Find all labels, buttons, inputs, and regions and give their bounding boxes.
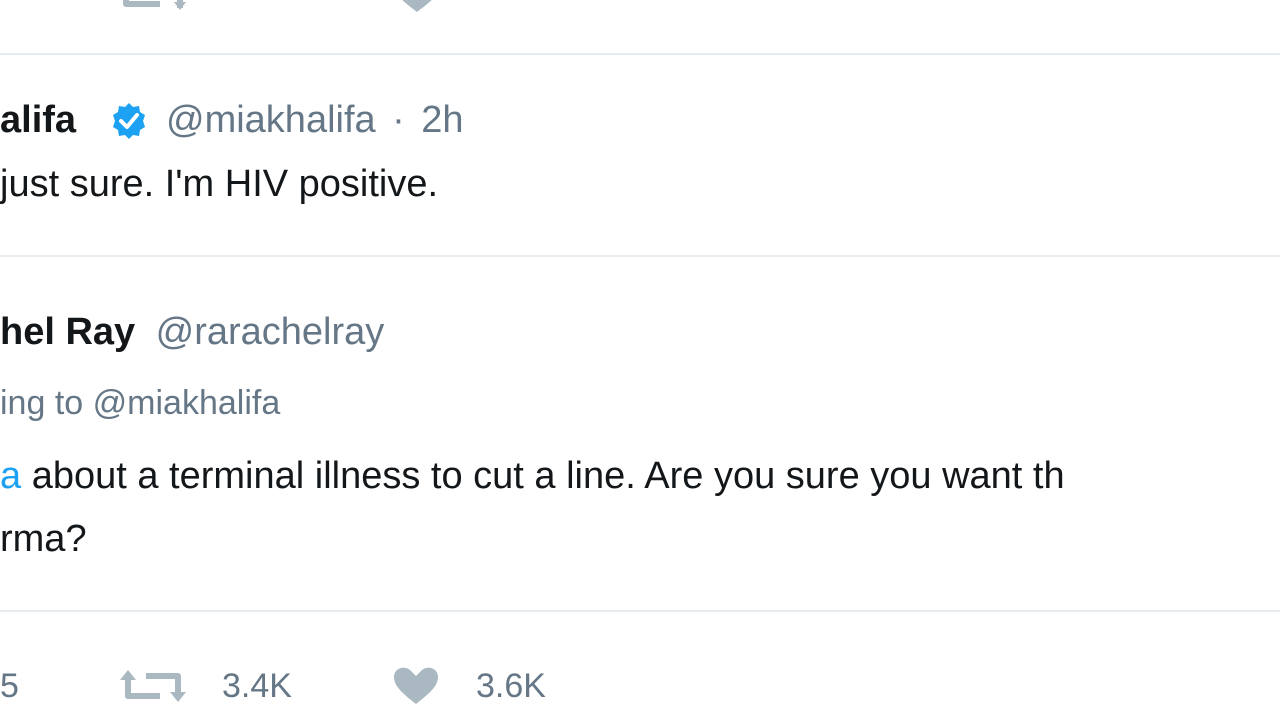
tweet-thread: alifa @miakhalifa · 2h just sure. I'm HI… [0, 0, 1280, 720]
tweet-text: just sure. I'm HIV positive. [0, 163, 439, 205]
timestamp[interactable]: 2h [421, 99, 463, 141]
heart-icon[interactable] [394, 0, 440, 14]
replying-to: ing to @miakhalifa [0, 384, 280, 423]
retweet-icon[interactable] [120, 668, 186, 704]
tweet-text-line-1: a about a terminal illness to cut a line… [0, 455, 1065, 498]
tweet-meta: @miakhalifa · 2h [166, 99, 464, 142]
reply-count: 5 [0, 667, 19, 705]
author-name[interactable]: hel Ray [0, 311, 135, 353]
tweet-text-line-2: rma? [0, 518, 87, 560]
retweet-icon[interactable] [120, 0, 186, 12]
like-count: 3.6K [476, 667, 546, 705]
verified-badge-icon [113, 103, 145, 139]
divider [0, 255, 1280, 257]
tweet-header: alifa [0, 99, 76, 142]
mention-link[interactable]: a [0, 455, 21, 497]
tweet-header: hel Ray @rarachelray [0, 311, 384, 354]
tweet-text-part: about a terminal illness to cut a line. … [21, 455, 1065, 497]
replying-to-label: ing to [0, 384, 84, 422]
author-handle[interactable]: @rarachelray [156, 311, 385, 353]
heart-icon[interactable] [392, 666, 440, 706]
divider [0, 610, 1280, 612]
author-name[interactable]: alifa [0, 99, 76, 141]
retweet-count: 3.4K [222, 667, 292, 705]
author-handle[interactable]: @miakhalifa [166, 99, 376, 141]
reply-to-link[interactable]: @miakhalifa [93, 384, 281, 422]
divider [0, 53, 1280, 55]
separator-dot: · [392, 99, 405, 141]
